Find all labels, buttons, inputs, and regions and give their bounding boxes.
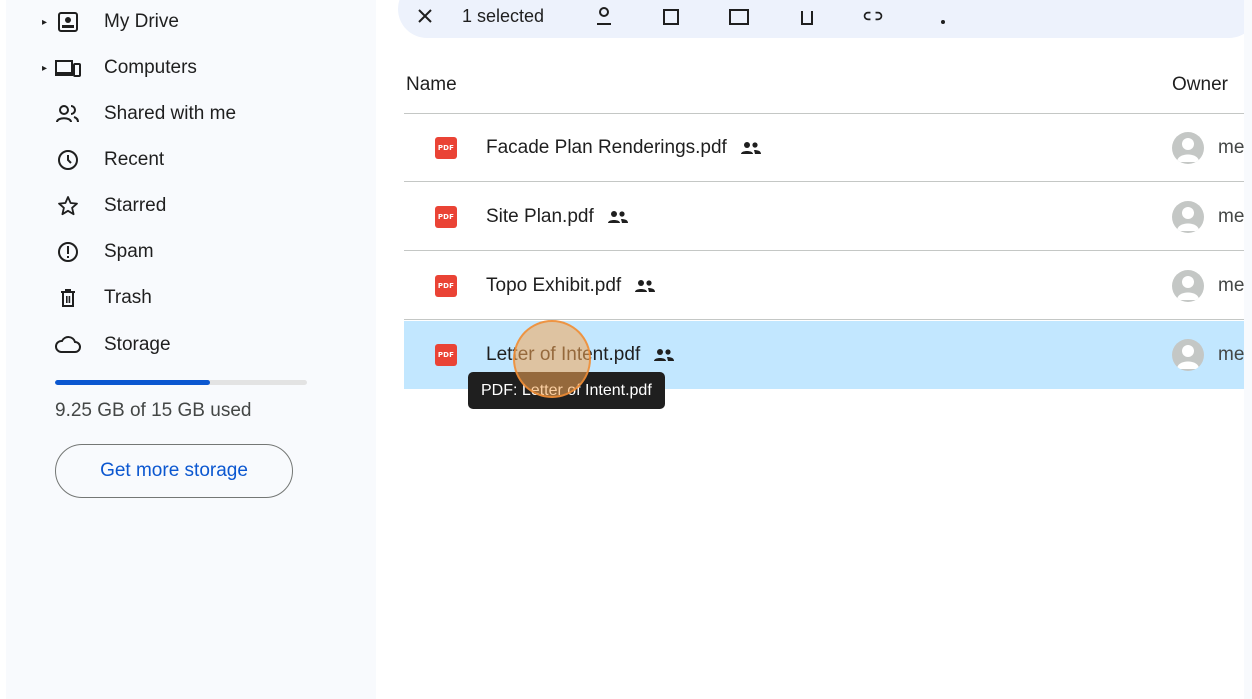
storage-usage-fill [55, 380, 211, 385]
file-name: Topo Exhibit.pdf [486, 274, 622, 296]
sidebar-item-storage[interactable]: Storage [6, 325, 376, 365]
shared-people-icon [739, 140, 763, 156]
column-header-owner[interactable]: Owner [1172, 74, 1228, 96]
avatar [1172, 269, 1204, 302]
sidebar-item-spam[interactable]: Spam [6, 232, 376, 272]
sidebar-item-label: Computers [104, 57, 197, 78]
trash-icon [54, 284, 82, 312]
shared-people-icon [633, 278, 657, 294]
file-name: Letter of Intent.pdf [486, 343, 641, 365]
avatar [1172, 131, 1204, 164]
selected-count: 1 selected [462, 5, 545, 26]
file-row[interactable]: PDF Site Plan.pdf me [404, 183, 1244, 251]
sidebar: ▸ My Drive ▸ Computers Shared with me Re… [6, 0, 376, 699]
sidebar-item-my-drive[interactable]: ▸ My Drive [6, 2, 376, 42]
link-icon[interactable] [862, 6, 884, 26]
file-tooltip: PDF: Letter of Intent.pdf [468, 372, 665, 409]
storage-usage-text: 9.25 GB of 15 GB used [55, 400, 252, 421]
expand-caret-icon[interactable]: ▸ [42, 17, 50, 28]
sidebar-item-shared-with-me[interactable]: Shared with me [6, 94, 376, 134]
right-edge-panel [1244, 0, 1252, 699]
column-header-name[interactable]: Name [406, 74, 457, 96]
pdf-file-icon: PDF [435, 205, 457, 228]
more-icon[interactable] [932, 6, 954, 26]
selection-action-bar: 1 selected [398, 0, 1252, 38]
file-name: Site Plan.pdf [486, 205, 594, 227]
sidebar-item-label: Shared with me [104, 103, 237, 124]
share-icon[interactable] [593, 6, 615, 26]
sidebar-item-trash[interactable]: Trash [6, 278, 376, 318]
file-row[interactable]: PDF Topo Exhibit.pdf me [404, 252, 1244, 320]
cloud-icon [54, 331, 82, 359]
pdf-file-icon: PDF [435, 343, 457, 366]
sidebar-item-label: Spam [104, 241, 154, 262]
download-icon[interactable] [660, 6, 682, 26]
delete-icon[interactable] [796, 6, 818, 26]
star-icon [54, 192, 82, 220]
shared-people-icon [606, 209, 630, 225]
sidebar-item-label: Starred [104, 195, 167, 216]
sidebar-item-label: Storage [104, 334, 171, 355]
computers-icon [54, 54, 82, 82]
file-name: Facade Plan Renderings.pdf [486, 136, 727, 158]
storage-usage-bar [55, 380, 307, 385]
shared-with-me-icon [54, 100, 82, 128]
file-row[interactable]: PDF Facade Plan Renderings.pdf me [404, 114, 1244, 182]
sidebar-item-label: Recent [104, 149, 165, 170]
main-content: 1 selected Name Owner PDF Facade Plan Re… [376, 0, 1252, 699]
sidebar-item-starred[interactable]: Starred [6, 186, 376, 226]
avatar [1172, 338, 1204, 371]
avatar [1172, 200, 1204, 233]
spam-icon [54, 238, 82, 266]
sidebar-item-label: My Drive [104, 11, 179, 32]
sidebar-item-recent[interactable]: Recent [6, 140, 376, 180]
close-icon[interactable] [416, 6, 434, 26]
sidebar-item-computers[interactable]: ▸ Computers [6, 48, 376, 88]
sidebar-item-label: Trash [104, 287, 152, 308]
my-drive-icon [54, 8, 82, 36]
expand-caret-icon[interactable]: ▸ [42, 63, 50, 74]
pdf-file-icon: PDF [435, 274, 457, 297]
owner-name: me [1218, 343, 1245, 365]
owner-name: me [1218, 136, 1245, 158]
pdf-file-icon: PDF [435, 136, 457, 159]
shared-people-icon [652, 347, 676, 363]
move-icon[interactable] [728, 6, 750, 26]
owner-name: me [1218, 205, 1245, 227]
get-more-storage-button[interactable]: Get more storage [55, 444, 293, 498]
owner-name: me [1218, 274, 1245, 296]
recent-clock-icon [54, 146, 82, 174]
